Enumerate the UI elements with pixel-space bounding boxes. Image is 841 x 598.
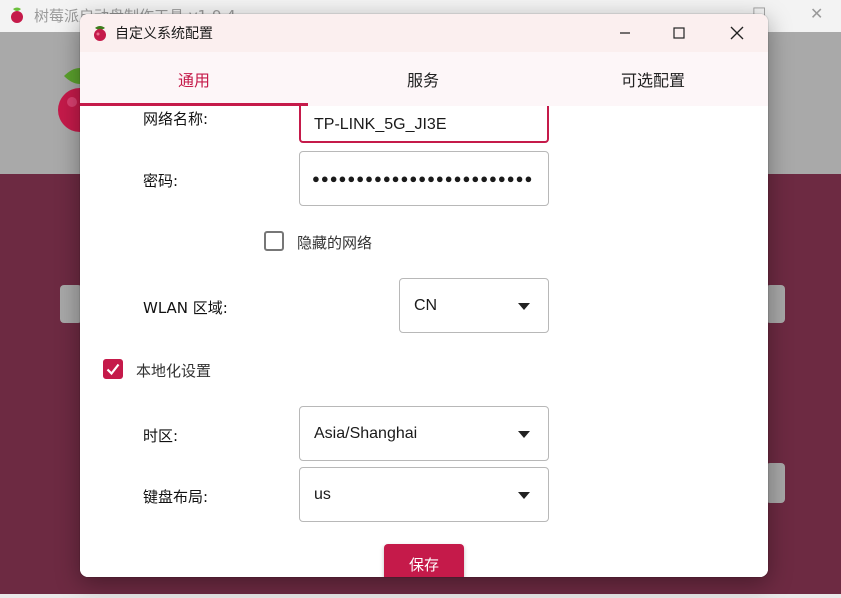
minimize-icon xyxy=(620,32,630,34)
locale-settings-label: 本地化设置 xyxy=(136,362,212,380)
keyboard-layout-label: 键盘布局: xyxy=(143,488,209,506)
maximize-icon xyxy=(673,27,685,39)
background-button[interactable] xyxy=(60,285,82,323)
close-button[interactable] xyxy=(714,14,760,52)
wlan-region-label: WLAN 区域: xyxy=(143,299,228,317)
background-button[interactable] xyxy=(766,463,785,503)
keyboard-layout-value: us xyxy=(314,485,331,503)
hidden-network-label: 隐藏的网络 xyxy=(297,234,373,252)
keyboard-layout-select[interactable]: us xyxy=(299,467,549,522)
hidden-network-checkbox[interactable] xyxy=(264,231,284,251)
password-input[interactable]: ●●●●●●●●●●●●●●●●●●●●●●●●● xyxy=(299,151,549,206)
tab-services[interactable]: 服务 xyxy=(308,52,538,106)
dropdown-caret-icon xyxy=(518,491,530,499)
background-close-icon[interactable]: ✕ xyxy=(810,4,823,23)
background-bottom-strip xyxy=(0,594,841,598)
dialog-title: 自定义系统配置 xyxy=(115,26,213,42)
general-tab-content: 网络名称: TP-LINK_5G_JI3E 密码: ●●●●●●●●●●●●●●… xyxy=(80,106,768,577)
dropdown-caret-icon xyxy=(518,430,530,438)
maximize-button[interactable] xyxy=(656,14,702,52)
tab-options[interactable]: 可选配置 xyxy=(538,52,768,106)
timezone-value: Asia/Shanghai xyxy=(314,424,418,442)
customization-dialog: 自定义系统配置 通用 服务 可选配置 网络名称: TP-LINK_5G_JI3E… xyxy=(80,14,768,577)
minimize-button[interactable] xyxy=(602,14,648,52)
locale-settings-checkbox[interactable] xyxy=(103,359,123,379)
ssid-value: TP-LINK_5G_JI3E xyxy=(314,115,447,133)
checkmark-icon xyxy=(106,363,120,376)
wlan-region-select[interactable]: CN xyxy=(399,278,549,333)
raspberry-logo-icon xyxy=(11,7,23,23)
wlan-region-value: CN xyxy=(414,296,438,314)
ssid-input[interactable]: TP-LINK_5G_JI3E xyxy=(299,106,549,143)
background-button[interactable] xyxy=(766,285,785,323)
dialog-titlebar: 自定义系统配置 xyxy=(80,14,768,52)
dropdown-caret-icon xyxy=(518,302,530,310)
timezone-label: 时区: xyxy=(143,427,179,445)
timezone-select[interactable]: Asia/Shanghai xyxy=(299,406,549,461)
tab-bar: 通用 服务 可选配置 xyxy=(80,52,768,106)
password-label: 密码: xyxy=(143,172,179,190)
save-button[interactable]: 保存 xyxy=(384,544,464,577)
close-icon xyxy=(730,26,744,40)
raspberry-logo-icon xyxy=(94,26,106,41)
tab-general[interactable]: 通用 xyxy=(80,52,308,106)
password-mask: ●●●●●●●●●●●●●●●●●●●●●●●●● xyxy=(312,171,534,186)
ssid-label: 网络名称: xyxy=(143,110,209,128)
